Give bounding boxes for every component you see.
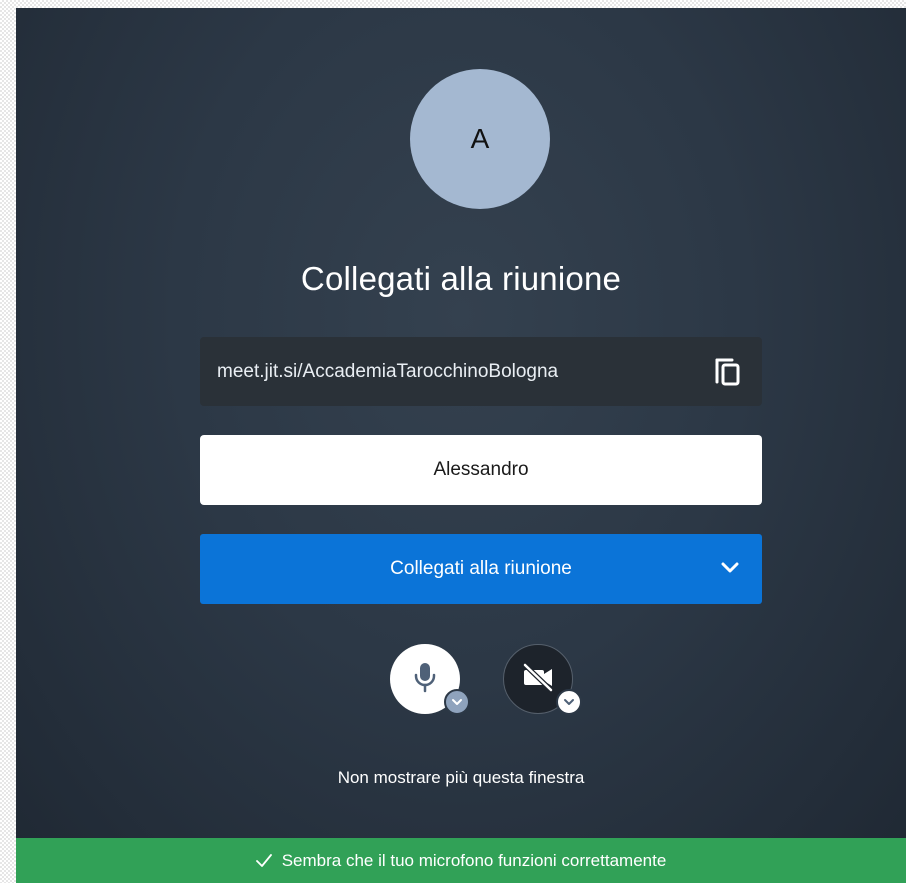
join-meeting-button[interactable]: Collegati alla riunione [200, 534, 762, 604]
avatar-initial: A [470, 123, 490, 154]
chevron-down-icon [451, 693, 463, 711]
microphone-icon [412, 661, 438, 698]
checkmark-icon [255, 853, 272, 868]
status-message: Sembra che il tuo microfono funzioni cor… [281, 850, 667, 870]
dont-show-again-link[interactable]: Non mostrare più questa finestra [16, 768, 906, 788]
camera-off-icon [520, 662, 556, 697]
chevron-down-icon[interactable] [716, 554, 744, 582]
camera-options-button[interactable] [556, 689, 582, 715]
page-title: Collegati alla riunione [300, 260, 622, 297]
page-edge-left [0, 0, 16, 883]
avatar: A [410, 69, 550, 209]
join-meeting-label: Collegati alla riunione [390, 558, 572, 579]
chevron-down-icon [563, 693, 575, 711]
page-edge-top [16, 0, 906, 8]
microphone-options-button[interactable] [444, 689, 470, 715]
copy-icon[interactable] [714, 355, 742, 387]
name-input[interactable] [200, 435, 762, 505]
meeting-url: meet.jit.si/AccademiaTarocchinoBologna [217, 360, 559, 382]
meeting-url-box: meet.jit.si/AccademiaTarocchinoBologna [200, 337, 762, 406]
prejoin-panel: A Collegati alla riunione meet.jit.si/Ac… [16, 8, 906, 883]
status-bar: Sembra che il tuo microfono funzioni cor… [16, 838, 906, 883]
